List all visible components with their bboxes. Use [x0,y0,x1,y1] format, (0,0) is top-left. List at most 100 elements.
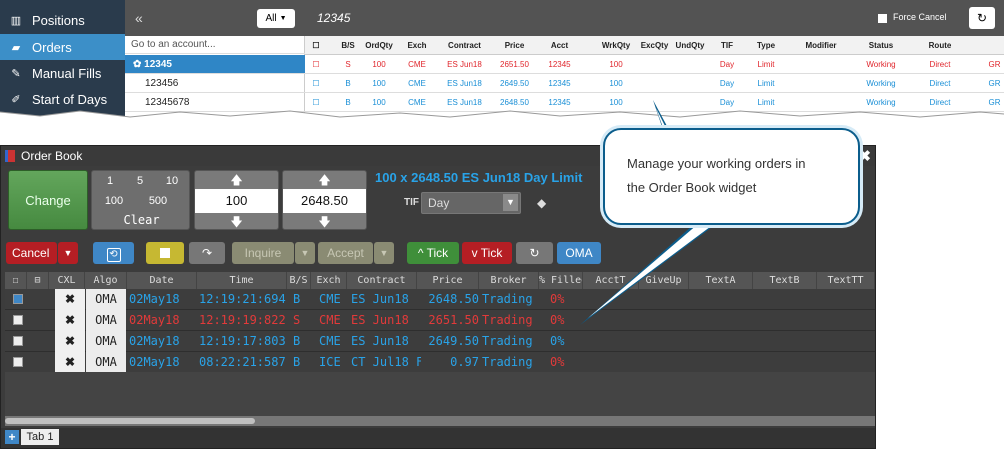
row-checkbox[interactable] [13,357,23,367]
scrollbar-thumb[interactable] [5,418,255,424]
cell-filled: 0% [550,355,565,369]
column-header[interactable]: B/S [287,272,311,289]
column-header[interactable]: ExcQty [637,36,672,55]
cancel-order-icon[interactable]: ✖ [55,289,85,310]
account-item[interactable]: 123456 [125,74,305,93]
column-header[interactable]: Price [417,272,479,289]
arrow-down-icon[interactable]: 🡇 [283,213,366,231]
change-button[interactable]: Change [8,170,88,230]
select-all-checkbox[interactable]: ☐ [307,36,325,55]
force-cancel-label: Force Cancel [893,12,947,22]
table-row[interactable]: ✖ OMA 02May18 08:22:21:587 B ICE CT Jul1… [5,352,875,373]
column-header[interactable]: Status [851,36,911,55]
cancel-dropdown[interactable]: ▼ [58,242,78,264]
collapse-icon[interactable]: « [135,10,143,26]
row-checkbox[interactable] [13,294,23,304]
column-header[interactable]: Date [127,272,197,289]
nav-item-positions[interactable]: ▥ Positions [0,7,125,33]
table-row[interactable]: ☐ S 100 CME ES Jun18 2651.50 12345 100 D… [305,55,1004,74]
column-header[interactable]: Acct [537,36,582,55]
redo-button[interactable]: ↷ [189,242,225,264]
arrow-up-icon[interactable]: 🡅 [283,171,366,189]
sell-tick-label: Tick [480,246,503,260]
inquire-dropdown[interactable]: ▼ [295,242,315,264]
column-header[interactable]: B/S [335,36,361,55]
column-header[interactable]: OrdQty [361,36,397,55]
refresh-button[interactable]: ↻ [516,242,553,264]
sell-tick-button[interactable]: v Tick [462,242,512,264]
nav-item-manual-fills[interactable]: ✎ Manual Fills [0,60,125,86]
clear-button[interactable]: Clear [92,213,191,227]
column-header[interactable]: Time [197,272,287,289]
tif-label: TIF [404,197,419,208]
qty-key[interactable]: 1 [96,175,124,187]
qty-key[interactable]: 100 [100,195,128,207]
column-header[interactable]: Route [915,36,965,55]
buy-tick-label: Tick [426,246,449,260]
pause-button[interactable] [146,242,184,264]
tag-icon[interactable]: ◆ [537,196,546,210]
nav-item-label: Orders [32,39,72,55]
nav-item-label: Start of Days [32,91,108,107]
column-header[interactable]: Price [492,36,537,55]
price-input[interactable]: 2648.50 [283,189,366,213]
column-header[interactable]: CXL [49,272,85,289]
cell-price: 2651.50 [500,60,529,69]
cell-acct: 12345 [548,60,571,69]
cell-type: Limit [757,60,775,69]
tab-1[interactable]: Tab 1 [21,429,59,445]
qty-key[interactable]: 10 [158,175,186,187]
cell-exch: CME [319,313,341,327]
refresh-button[interactable]: ↻ [969,7,995,29]
column-header[interactable]: Modifier [791,36,851,55]
column-header[interactable]: TIF [713,36,741,55]
row-checkbox[interactable] [13,315,23,325]
cancel-order-icon[interactable]: ✖ [55,331,85,352]
column-header[interactable]: Contract [347,272,417,289]
qty-key[interactable]: 500 [144,195,172,207]
cell-time: 12:19:21:694 [199,292,286,306]
cell-bs: S [345,60,351,69]
inquire-button[interactable]: Inquire [232,242,294,264]
widget-title: Order Book [21,149,83,163]
cell-price: 2649.50 [428,334,479,348]
chevron-down-icon[interactable]: ▼ [503,194,518,211]
cancel-order-icon[interactable]: ✖ [55,352,85,373]
cell-contract: ES Jun18 [447,60,482,69]
column-header[interactable]: Algo [85,272,127,289]
column-header[interactable]: Exch [397,36,437,55]
account-item[interactable]: ✿ 12345 [125,55,305,74]
table-row[interactable]: ☐ B 100 CME ES Jun18 2649.50 12345 100 D… [305,74,1004,93]
history-button[interactable]: ⟲ [93,242,134,264]
column-header[interactable]: Exch [311,272,347,289]
column-header[interactable]: Broker [479,272,539,289]
quantity-stepper: 🡅 100 🡇 [194,170,279,230]
arrow-up-icon[interactable]: 🡅 [195,171,278,189]
row-checkbox[interactable]: ☐ [307,74,325,93]
cancel-button[interactable]: Cancel [6,242,57,264]
select-all-checkbox[interactable]: ☐ [5,272,27,289]
accept-button[interactable]: Accept [318,242,373,264]
column-header[interactable]: Contract [437,36,492,55]
qty-key[interactable]: 5 [126,175,154,187]
collapse-all-icon[interactable]: ⊟ [27,272,49,289]
row-checkbox[interactable] [13,336,23,346]
chevron-down-icon: v [471,246,478,260]
add-tab-icon[interactable]: + [5,430,19,444]
force-cancel-checkbox[interactable] [878,14,887,23]
buy-tick-button[interactable]: ^ Tick [407,242,459,264]
accept-dropdown[interactable]: ▼ [374,242,394,264]
column-header[interactable]: UndQty [672,36,708,55]
nav-item-orders[interactable]: ▰ Orders [0,34,125,60]
grid-title: 12345 [317,11,351,25]
column-header[interactable]: WrkQty [595,36,637,55]
account-filter-dropdown[interactable]: All ▼ [257,9,295,28]
column-header[interactable]: Type [741,36,791,55]
account-search-input[interactable]: Go to an account... [125,36,305,54]
arrow-down-icon[interactable]: 🡇 [195,213,278,231]
cell-date: 02May18 [129,313,180,327]
row-checkbox[interactable]: ☐ [307,55,325,74]
cell-status: Working [866,79,896,88]
quantity-input[interactable]: 100 [195,189,278,213]
cancel-order-icon[interactable]: ✖ [55,310,85,331]
